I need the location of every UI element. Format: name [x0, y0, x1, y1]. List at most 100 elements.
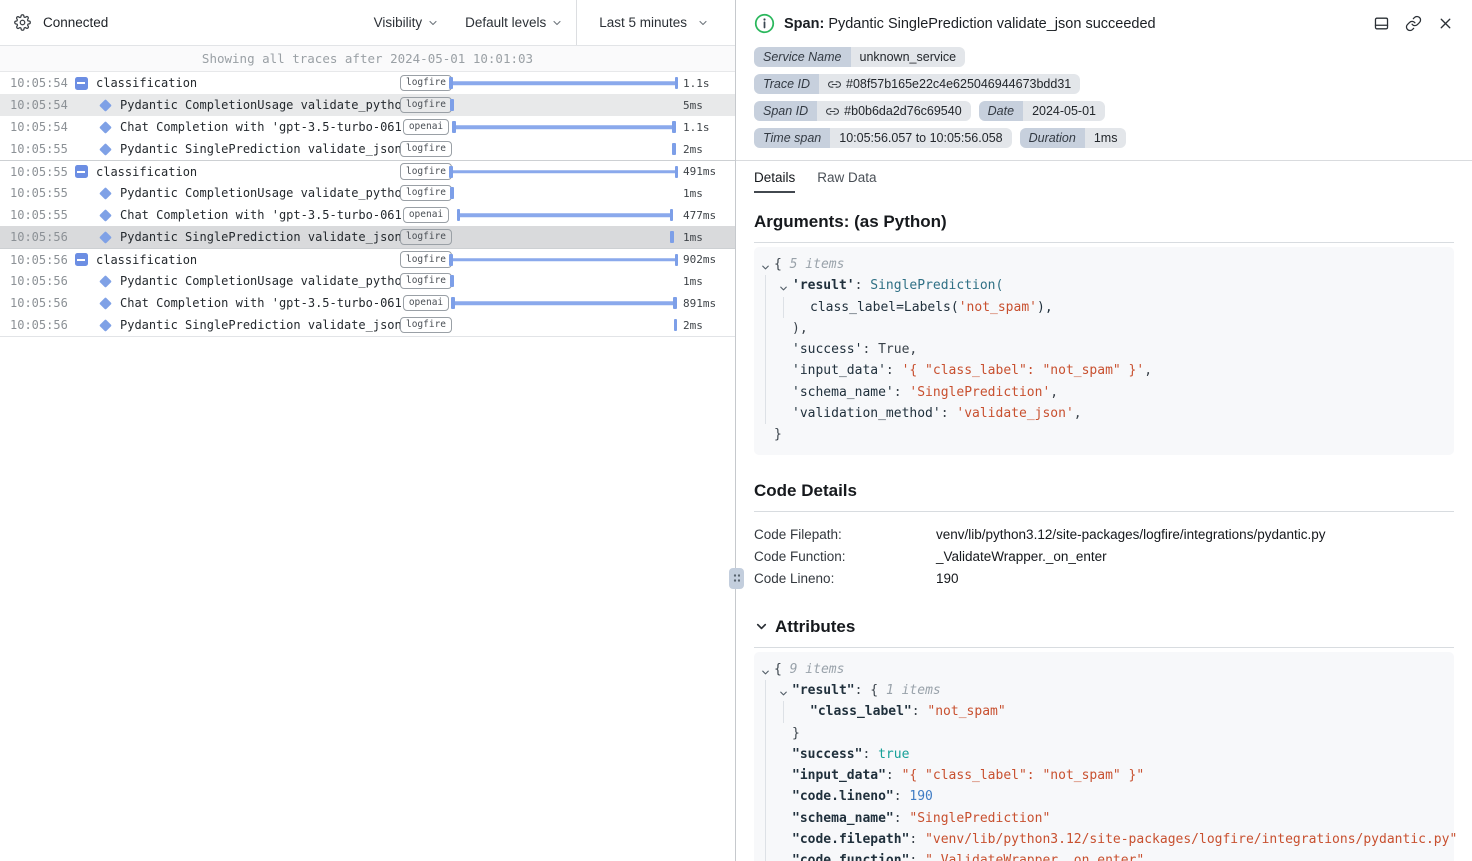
gear-icon[interactable] — [14, 14, 31, 31]
code-token: : — [909, 832, 925, 847]
chip-value-text: 2024-05-01 — [1032, 104, 1096, 118]
meta-chip: Date2024-05-01 — [979, 101, 1105, 121]
visibility-dropdown[interactable]: Visibility — [361, 0, 453, 45]
trace-row[interactable]: 10:05:54classificationlogfire1.1s — [0, 72, 735, 94]
trace-row[interactable]: 10:05:56Pydantic SinglePrediction valida… — [0, 314, 735, 336]
code-token: SinglePrediction( — [870, 278, 1003, 293]
trace-row[interactable]: 10:05:55classificationlogfire491ms — [0, 160, 735, 182]
chip-label: Duration — [1020, 128, 1085, 148]
scope-badge: openai — [403, 295, 449, 311]
code-token: } — [774, 427, 782, 442]
close-icon[interactable] — [1437, 15, 1454, 32]
code-token: : — [886, 768, 902, 783]
trace-timestamp: 10:05:54 — [10, 76, 72, 90]
indent-guide — [765, 275, 766, 296]
trace-row[interactable]: 10:05:54Pydantic CompletionUsage validat… — [0, 94, 735, 116]
meta-chip: Service Nameunknown_service — [754, 47, 965, 67]
span-detail-header: Span: Pydantic SinglePrediction validate… — [736, 0, 1472, 161]
traces-status-line: Showing all traces after 2024-05-01 10:0… — [0, 46, 735, 72]
tab-details[interactable]: Details — [754, 170, 795, 193]
code-detail-value: venv/lib/python3.12/site-packages/logfir… — [936, 524, 1325, 546]
chip-value: #08f57b165e22c4e625046944673bdd31 — [819, 74, 1080, 94]
code-token: ), — [1037, 300, 1053, 315]
indent-guide — [765, 829, 766, 850]
duration-bar — [453, 125, 674, 129]
code-token: { — [774, 257, 790, 272]
indent-guide — [765, 382, 766, 403]
trace-row[interactable]: 10:05:54Chat Completion with 'gpt-3.5-tu… — [0, 116, 735, 138]
panel-bottom-icon[interactable] — [1373, 15, 1390, 32]
code-token: 190 — [909, 789, 932, 804]
bar-end-cap — [675, 77, 679, 89]
trace-row[interactable]: 10:05:55Pydantic SinglePrediction valida… — [0, 138, 735, 160]
indent-guide — [765, 765, 766, 786]
tab-raw-data[interactable]: Raw Data — [817, 170, 876, 193]
trace-row[interactable]: 10:05:56classificationlogfire902ms — [0, 248, 735, 270]
code-token: , — [1074, 406, 1082, 421]
span-diamond-icon — [99, 121, 112, 134]
trace-row[interactable]: 10:05:56Pydantic SinglePrediction valida… — [0, 226, 735, 248]
code-token: true — [878, 747, 909, 762]
duration-bar-track — [450, 161, 677, 182]
duration-bar — [458, 213, 673, 217]
link-icon[interactable] — [828, 78, 841, 91]
divider — [754, 242, 1454, 243]
chevron-down-icon[interactable] — [778, 685, 789, 696]
trace-row[interactable]: 10:05:56Pydantic CompletionUsage validat… — [0, 270, 735, 292]
chevron-down-icon[interactable] — [760, 259, 771, 270]
code-token: "SinglePrediction" — [909, 811, 1050, 826]
code-token: 9 items — [790, 662, 845, 677]
panel-resize-handle[interactable] — [729, 568, 744, 589]
trace-timestamp: 10:05:54 — [10, 120, 72, 134]
collapse-toggle-icon[interactable] — [75, 253, 88, 266]
span-duration: 1ms — [677, 187, 735, 200]
chevron-down-icon[interactable] — [778, 280, 789, 291]
chevron-down-icon[interactable] — [754, 619, 769, 634]
scope-badge: logfire — [400, 141, 452, 157]
bar-start-cap — [451, 297, 455, 309]
scope-badge: logfire — [400, 97, 452, 113]
span-diamond-icon — [99, 275, 112, 288]
span-diamond-icon — [99, 297, 112, 310]
code-token: 'input_data' — [792, 363, 886, 378]
code-token: 'result' — [792, 278, 855, 293]
span-diamond-icon — [99, 231, 112, 244]
collapse-toggle-icon[interactable] — [75, 77, 88, 90]
duration-bar-track — [450, 138, 677, 160]
default-levels-dropdown[interactable]: Default levels — [452, 0, 576, 45]
chevron-down-icon[interactable] — [760, 664, 771, 675]
span-duration: 491ms — [677, 165, 735, 178]
span-name: Pydantic CompletionUsage validate_python — [120, 274, 402, 288]
collapse-toggle-icon[interactable] — [75, 165, 88, 178]
duration-bar — [452, 301, 676, 305]
code-line: "result": { 1 items — [758, 680, 1444, 701]
chip-value-text: unknown_service — [860, 50, 957, 64]
trace-timestamp: 10:05:55 — [10, 165, 72, 179]
time-range-select[interactable]: Last 5 minutes — [576, 0, 735, 45]
code-token: 'SinglePrediction' — [909, 385, 1050, 400]
scope-badge: logfire — [400, 75, 452, 91]
span-name: classification — [96, 76, 402, 90]
trace-row[interactable]: 10:05:55Chat Completion with 'gpt-3.5-tu… — [0, 204, 735, 226]
link-icon[interactable] — [826, 105, 839, 118]
span-duration: 1ms — [677, 275, 735, 288]
bar-start-cap — [452, 121, 456, 133]
trace-timestamp: 10:05:55 — [10, 142, 72, 156]
code-line: 'validation_method': 'validate_json', — [758, 403, 1444, 424]
code-token: 'success' — [792, 342, 862, 357]
trace-timestamp: 10:05:55 — [10, 208, 72, 222]
duration-bar — [450, 81, 677, 85]
link-icon[interactable] — [1405, 15, 1422, 32]
trace-row[interactable]: 10:05:56Chat Completion with 'gpt-3.5-tu… — [0, 292, 735, 314]
span-diamond-icon — [99, 319, 112, 332]
trace-row[interactable]: 10:05:55Pydantic CompletionUsage validat… — [0, 182, 735, 204]
chip-value-text: #b0b6da2d76c69540 — [844, 104, 961, 118]
duration-bar-track — [450, 314, 677, 336]
duration-bar-track — [450, 116, 677, 138]
bar-start-cap — [449, 254, 453, 266]
bar-start-cap — [449, 77, 453, 89]
code-token: 'schema_name' — [792, 385, 894, 400]
duration-tick — [450, 99, 454, 111]
duration-tick — [450, 187, 454, 199]
code-token: : — [941, 406, 957, 421]
